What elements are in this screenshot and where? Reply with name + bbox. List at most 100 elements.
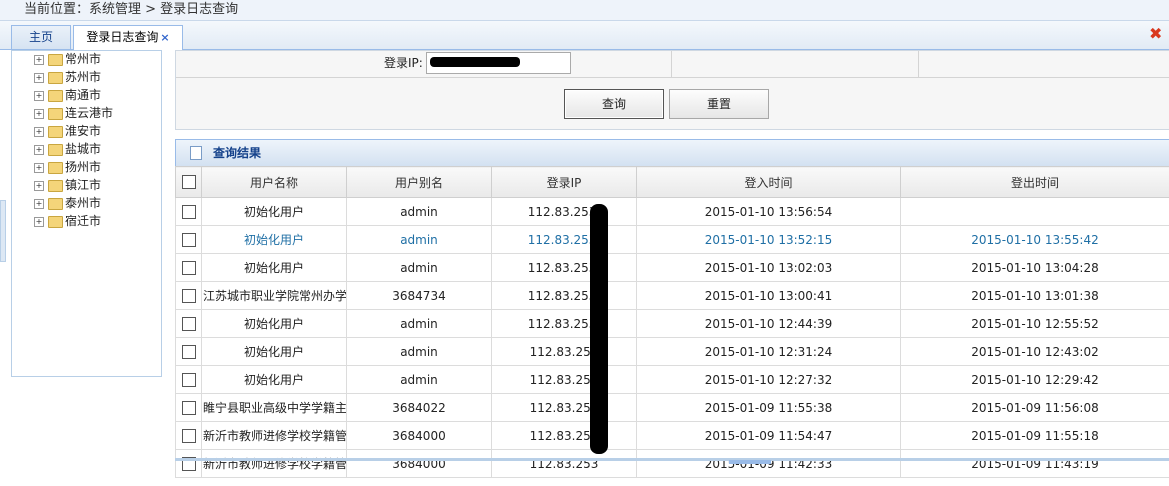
expand-icon[interactable]: +: [34, 180, 44, 191]
tree-node-label: 淮安市: [65, 124, 102, 138]
cell-logout-time: 2015-01-09 11:56:08: [900, 393, 1169, 422]
tab-bar: 主页 登录日志查询 × ✖: [0, 21, 1169, 50]
tree-node-label: 南通市: [65, 88, 102, 102]
row-checkbox[interactable]: [181, 316, 196, 331]
cell-login-ip: 112.83.253.: [491, 197, 637, 226]
ip-input[interactable]: [426, 52, 571, 74]
cell-logout-time: 2015-01-10 12:43:02: [900, 337, 1169, 366]
cell-logout-time: 2015-01-10 12:55:52: [900, 309, 1169, 338]
cell-user-alias: 3684734: [346, 281, 492, 310]
results-title: 查询结果: [213, 146, 262, 160]
row-checkbox-cell[interactable]: [175, 421, 202, 450]
tree-node[interactable]: + 扬州市: [34, 158, 101, 176]
folder-icon: [48, 215, 63, 228]
tree-node[interactable]: + 苏州市: [34, 68, 101, 86]
tree-node[interactable]: + 南通市: [34, 86, 101, 104]
cell-user-alias: admin: [346, 225, 492, 254]
redaction-mark: [430, 57, 520, 67]
cell-login-ip: 112.83.253.: [491, 309, 637, 338]
document-icon: [190, 144, 206, 160]
horizontal-scrollbar[interactable]: [729, 460, 771, 464]
row-checkbox-cell[interactable]: [175, 225, 202, 254]
row-checkbox-cell[interactable]: [175, 449, 202, 478]
row-checkbox[interactable]: [181, 288, 196, 303]
sidebar-collapse-handle[interactable]: [0, 200, 6, 262]
table-row[interactable]: 新沂市教师进修学校学籍管3684000112.83.2532015-01-09 …: [175, 449, 1169, 478]
tab-close-icon[interactable]: ×: [160, 31, 169, 44]
tree-node[interactable]: + 镇江市: [34, 176, 101, 194]
cell-login-ip: 112.83.253: [491, 365, 637, 394]
row-checkbox[interactable]: [181, 400, 196, 415]
tree-node[interactable]: + 常州市: [34, 50, 101, 68]
query-button[interactable]: 查询: [564, 89, 664, 119]
row-checkbox[interactable]: [181, 344, 196, 359]
cell-logout-time: 2015-01-10 12:29:42: [900, 365, 1169, 394]
row-checkbox-cell[interactable]: [175, 393, 202, 422]
column-header[interactable]: 用户名称: [201, 166, 347, 198]
cell-logout-time: 2015-01-09 11:43:19: [900, 449, 1169, 478]
column-header[interactable]: 登录IP: [491, 166, 637, 198]
cell-login-time: 2015-01-10 13:02:03: [636, 253, 901, 282]
table-row[interactable]: 新沂市教师进修学校学籍管3684000112.83.2532015-01-09 …: [175, 421, 1169, 450]
select-all-checkbox-cell[interactable]: [175, 166, 202, 198]
tab-home[interactable]: 主页: [11, 25, 71, 49]
expand-icon[interactable]: +: [34, 72, 44, 83]
tab-login-log[interactable]: 登录日志查询 ×: [73, 25, 183, 50]
cell-login-ip: 112.83.253: [491, 337, 637, 366]
cell-login-time: 2015-01-10 13:52:15: [636, 225, 901, 254]
tree-node[interactable]: + 盐城市: [34, 140, 101, 158]
table-row[interactable]: 江苏城市职业学院常州办学 3684734 112.83.253. 2015-01-10…: [175, 281, 1169, 310]
reset-button[interactable]: 重置: [669, 89, 769, 119]
table-row[interactable]: 初始化用户 admin 112.83.253. 2015-01-10 13:52:15…: [175, 225, 1169, 254]
row-checkbox-cell[interactable]: [175, 197, 202, 226]
table-row[interactable]: 睢宁县职业高级中学学籍主 3684022 112.83.253 2015-01-09 …: [175, 393, 1169, 422]
close-all-icon[interactable]: ✖: [1149, 26, 1163, 42]
expand-icon[interactable]: +: [34, 198, 44, 209]
row-checkbox[interactable]: [181, 204, 196, 219]
cell-user-name: 新沂市教师进修学校学籍管: [201, 449, 347, 478]
expand-icon[interactable]: +: [34, 216, 44, 227]
select-all-checkbox[interactable]: [181, 175, 196, 190]
cell-user-alias: 3684000: [346, 449, 492, 478]
row-checkbox-cell[interactable]: [175, 365, 202, 394]
cell-user-name: 初始化用户: [201, 225, 347, 254]
folder-icon: [48, 161, 63, 174]
ip-label: 登录IP:: [384, 56, 423, 70]
table-row[interactable]: 初始化用户 admin 112.83.253 2015-01-10 12:27:32 2…: [175, 365, 1169, 394]
cell-login-time: 2015-01-09 11:55:38: [636, 393, 901, 422]
expand-icon[interactable]: +: [34, 162, 44, 173]
row-checkbox-cell[interactable]: [175, 337, 202, 366]
tree-node[interactable]: + 连云港市: [34, 104, 113, 122]
tree-node[interactable]: + 宿迁市: [34, 212, 101, 230]
column-header[interactable]: 用户别名: [346, 166, 492, 198]
row-checkbox[interactable]: [181, 260, 196, 275]
row-checkbox-cell[interactable]: [175, 309, 202, 338]
results-table: 用户名称 用户别名 登录IP 登入时间 登出时间 初始化用户 admin 112.8…: [175, 166, 1169, 478]
tree-node[interactable]: + 泰州市: [34, 194, 101, 212]
tree-node[interactable]: + 淮安市: [34, 122, 101, 140]
form-divider: [671, 51, 672, 78]
table-row[interactable]: 初始化用户 admin 112.83.253. 2015-01-10 13:02:03…: [175, 253, 1169, 282]
expand-icon[interactable]: +: [34, 144, 44, 155]
column-header[interactable]: 登出时间: [900, 166, 1169, 198]
expand-icon[interactable]: +: [34, 126, 44, 137]
row-checkbox[interactable]: [181, 232, 196, 247]
table-row[interactable]: 初始化用户 admin 112.83.253. 2015-01-10 13:56:54: [175, 197, 1169, 226]
table-row[interactable]: 初始化用户 admin 112.83.253 2015-01-10 12:31:24 2…: [175, 337, 1169, 366]
cell-user-name: 初始化用户: [201, 309, 347, 338]
tree-node-label: 扬州市: [65, 160, 102, 174]
folder-icon: [48, 107, 63, 120]
row-checkbox-cell[interactable]: [175, 281, 202, 310]
tree-node-label: 连云港市: [65, 106, 114, 120]
row-checkbox[interactable]: [181, 372, 196, 387]
row-checkbox-cell[interactable]: [175, 253, 202, 282]
column-header[interactable]: 登入时间: [636, 166, 901, 198]
cell-user-alias: admin: [346, 365, 492, 394]
table-row[interactable]: 初始化用户 admin 112.83.253. 2015-01-10 12:44:39…: [175, 309, 1169, 338]
folder-icon: [48, 179, 63, 192]
cell-logout-time: [900, 197, 1169, 226]
expand-icon[interactable]: +: [34, 54, 44, 65]
expand-icon[interactable]: +: [34, 90, 44, 101]
row-checkbox[interactable]: [181, 428, 196, 443]
expand-icon[interactable]: +: [34, 108, 44, 119]
